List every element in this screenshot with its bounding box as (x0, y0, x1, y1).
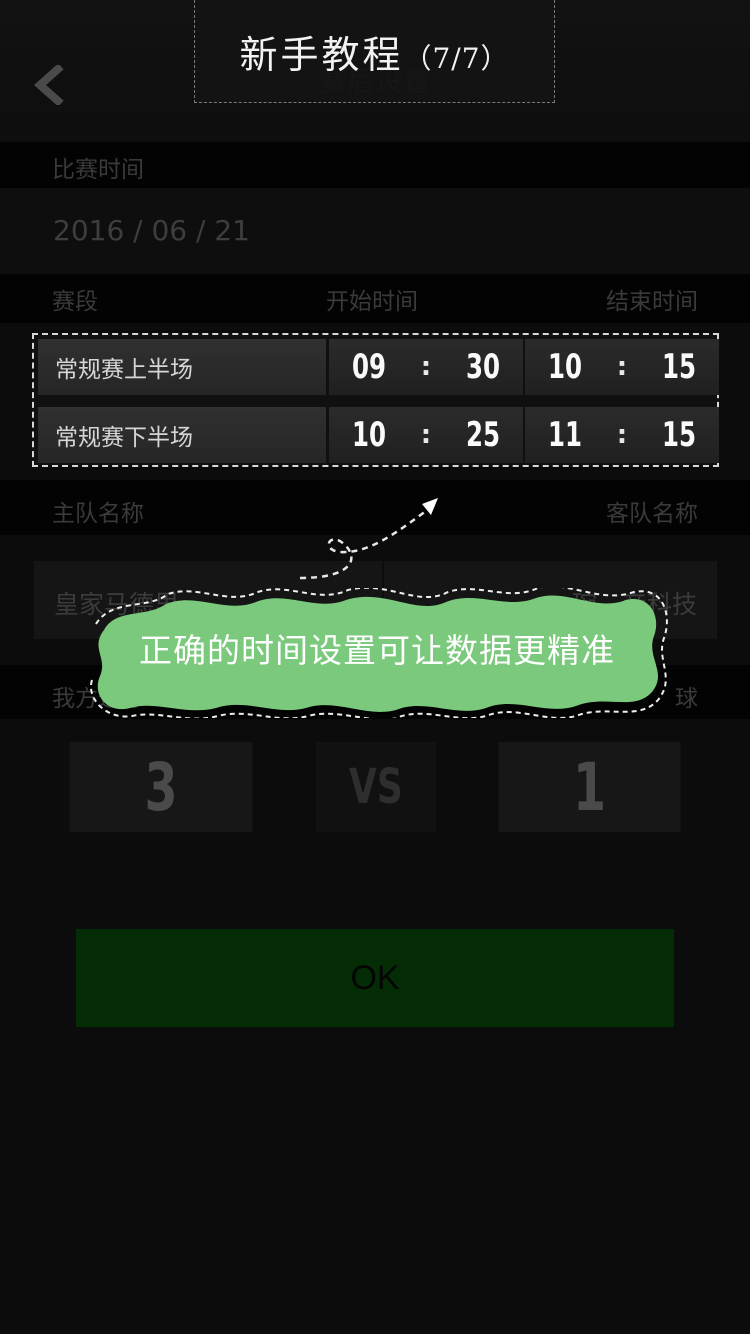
tutorial-arrow-icon (299, 498, 438, 580)
tutorial-title-text: 新手教程 (239, 32, 404, 77)
match-time-header: 比赛时间 (0, 142, 750, 188)
tutorial-step: （7/7） (403, 41, 510, 75)
start-minute[interactable]: 30 (464, 347, 503, 387)
end-hour[interactable]: 10 (545, 347, 584, 387)
away-team-header: 客队名称 (606, 501, 698, 527)
date-row[interactable]: 2016 / 06 / 21 (0, 188, 750, 274)
tutorial-title: 新手教程（7/7） (239, 24, 509, 79)
periods-header: 赛段 开始时间 结束时间 (0, 274, 750, 323)
end-hour[interactable]: 11 (545, 415, 584, 455)
time-separator: : (616, 352, 628, 382)
end-time-picker[interactable]: 10 : 15 (525, 339, 719, 395)
start-minute[interactable]: 25 (464, 415, 503, 455)
time-separator: : (616, 420, 628, 450)
tutorial-tip-text: 正确的时间设置可让数据更精准 (139, 631, 615, 670)
away-score-value: 1 (572, 748, 607, 826)
away-goals-header: 球 (675, 686, 698, 712)
time-separator: : (420, 420, 432, 450)
tutorial-title-box: 新手教程（7/7） (194, 0, 555, 103)
away-score[interactable]: 1 (498, 742, 681, 832)
end-time-column-header: 结束时间 (606, 289, 698, 315)
home-team-header: 主队名称 (52, 501, 144, 527)
start-time-column-header: 开始时间 (326, 289, 418, 315)
period-name: 常规赛下半场 (38, 407, 326, 463)
start-time-picker[interactable]: 09 : 30 (329, 339, 523, 395)
tutorial-highlight-frame: 常规赛上半场 09 : 30 10 : 15 常规赛下半场 10 : 25 11… (32, 333, 719, 467)
time-separator: : (420, 352, 432, 382)
ok-button[interactable]: OK (76, 929, 674, 1027)
period-row: 常规赛上半场 09 : 30 10 : 15 (38, 339, 719, 395)
end-time-picker[interactable]: 11 : 15 (525, 407, 719, 463)
end-minute[interactable]: 15 (660, 415, 699, 455)
start-hour[interactable]: 10 (349, 415, 388, 455)
period-column-header: 赛段 (52, 289, 98, 315)
start-time-picker[interactable]: 10 : 25 (329, 407, 523, 463)
period-row: 常规赛下半场 10 : 25 11 : 15 (38, 407, 719, 463)
start-hour[interactable]: 09 (349, 347, 388, 387)
match-time-label: 比赛时间 (52, 157, 144, 183)
vs-label: VS (316, 742, 436, 832)
match-date: 2016 / 06 / 21 (53, 214, 250, 247)
app-screen: 赛后设置 比赛时间 2016 / 06 / 21 赛段 开始时间 结束时间 常规… (0, 0, 750, 1334)
vs-text: VS (349, 759, 403, 815)
home-score[interactable]: 3 (69, 742, 253, 832)
end-minute[interactable]: 15 (660, 347, 699, 387)
home-score-value: 3 (144, 748, 178, 826)
period-name: 常规赛上半场 (38, 339, 326, 395)
